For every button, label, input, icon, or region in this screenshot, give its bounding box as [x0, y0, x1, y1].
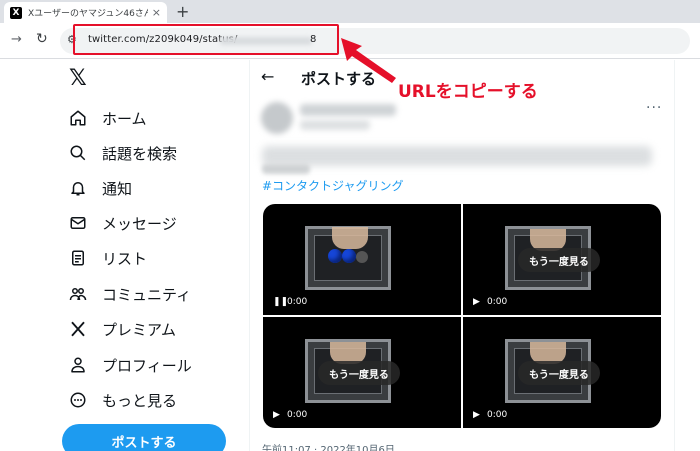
- video-player[interactable]: もう一度見る ▶ 0:00: [263, 317, 461, 428]
- browser-tab-bar: X Xユーザーのヤマジュン46さん:「Twitt × +: [0, 0, 700, 23]
- url-highlight-box: [73, 24, 339, 55]
- new-tab-button[interactable]: +: [176, 2, 189, 21]
- home-icon: [68, 108, 88, 128]
- sidebar-item-label: もっと見る: [102, 391, 178, 410]
- reload-icon[interactable]: ↻: [36, 31, 48, 47]
- video-controls: ▶ 0:00: [473, 410, 507, 420]
- author-handle-redacted: [300, 120, 370, 130]
- play-icon[interactable]: ▶: [473, 410, 483, 420]
- forward-icon[interactable]: →: [11, 32, 22, 47]
- video-controls: ❚❚ 0:00: [273, 297, 307, 307]
- sidebar-item-label: 話題を検索: [102, 144, 178, 163]
- post-button[interactable]: ポストする: [62, 424, 226, 451]
- page-title: ポストする: [301, 70, 377, 88]
- sidebar-item-label: リスト: [102, 249, 148, 268]
- post-text-redacted: [262, 164, 310, 174]
- sidebar: 𝕏 ホーム 話題を検索 通知 メッセージ リスト コミュニティ プレミアム プロ…: [0, 60, 249, 451]
- sidebar-item-label: プレミアム: [102, 320, 176, 339]
- main-column: ← ポストする ··· #コンタクトジャグリング ❚❚ 0:00 もう一度見る …: [250, 60, 674, 451]
- community-icon: [68, 284, 88, 304]
- play-icon[interactable]: ▶: [473, 297, 483, 307]
- person-icon: [68, 355, 88, 375]
- sidebar-item-notifications[interactable]: 通知: [68, 176, 132, 200]
- avatar[interactable]: [261, 102, 293, 134]
- sidebar-item-lists[interactable]: リスト: [68, 246, 147, 270]
- media-grid: ❚❚ 0:00 もう一度見る ▶ 0:00 もう一度見る ▶ 0:00 もう一度…: [263, 204, 661, 428]
- hashtag-link[interactable]: #コンタクトジャグリング: [262, 177, 403, 194]
- x-favicon-icon: X: [10, 6, 22, 19]
- sidebar-item-communities[interactable]: コミュニティ: [68, 282, 191, 306]
- sidebar-item-messages[interactable]: メッセージ: [68, 211, 177, 235]
- play-icon[interactable]: ▶: [273, 410, 283, 420]
- video-player[interactable]: ❚❚ 0:00: [263, 204, 461, 315]
- x-logo[interactable]: 𝕏: [69, 66, 87, 91]
- video-time: 0:00: [287, 410, 308, 420]
- browser-tab[interactable]: X Xユーザーのヤマジュン46さん:「Twitt ×: [4, 2, 167, 23]
- more-circle-icon: [68, 390, 88, 410]
- hands-image: [332, 227, 368, 249]
- ball-image: [328, 249, 342, 263]
- search-icon: [68, 143, 88, 163]
- tab-title: Xユーザーのヤマジュン46さん:「Twitt: [28, 9, 148, 19]
- video-player[interactable]: もう一度見る ▶ 0:00: [463, 204, 661, 315]
- author-name-redacted: [300, 104, 396, 116]
- column-divider: [674, 60, 675, 451]
- ball-image: [356, 251, 368, 263]
- sidebar-item-label: コミュニティ: [102, 285, 192, 304]
- post-text-redacted: [262, 146, 652, 166]
- sidebar-item-home[interactable]: ホーム: [68, 106, 147, 130]
- x-premium-icon: [68, 319, 88, 339]
- sidebar-item-label: プロフィール: [102, 356, 192, 375]
- video-time: 0:00: [487, 297, 508, 307]
- video-controls: ▶ 0:00: [473, 297, 507, 307]
- video-time: 0:00: [487, 410, 508, 420]
- back-arrow-icon[interactable]: ←: [261, 67, 274, 86]
- annotation-callout: URLをコピーする: [398, 82, 538, 102]
- pause-icon[interactable]: ❚❚: [273, 297, 288, 307]
- bell-icon: [68, 178, 88, 198]
- mail-icon: [68, 213, 88, 233]
- sidebar-item-label: ホーム: [102, 109, 147, 128]
- ball-image: [342, 249, 356, 263]
- sidebar-item-more[interactable]: もっと見る: [68, 388, 177, 412]
- sidebar-item-explore[interactable]: 話題を検索: [68, 141, 177, 165]
- video-frame: [305, 226, 391, 290]
- video-player[interactable]: もう一度見る ▶ 0:00: [463, 317, 661, 428]
- replay-button[interactable]: もう一度見る: [318, 361, 400, 385]
- video-controls: ▶ 0:00: [273, 410, 307, 420]
- sidebar-item-premium[interactable]: プレミアム: [68, 317, 176, 341]
- video-time: 0:00: [287, 297, 308, 307]
- replay-button[interactable]: もう一度見る: [518, 361, 600, 385]
- list-icon: [68, 248, 88, 268]
- sidebar-item-label: メッセージ: [102, 214, 177, 233]
- sidebar-item-profile[interactable]: プロフィール: [68, 353, 192, 377]
- replay-button[interactable]: もう一度見る: [518, 248, 600, 272]
- post-timestamp[interactable]: 午前11:07 · 2022年10月6日: [262, 441, 395, 451]
- more-options-icon[interactable]: ···: [646, 100, 662, 116]
- sidebar-item-label: 通知: [102, 179, 133, 198]
- tab-close-icon[interactable]: ×: [152, 6, 161, 19]
